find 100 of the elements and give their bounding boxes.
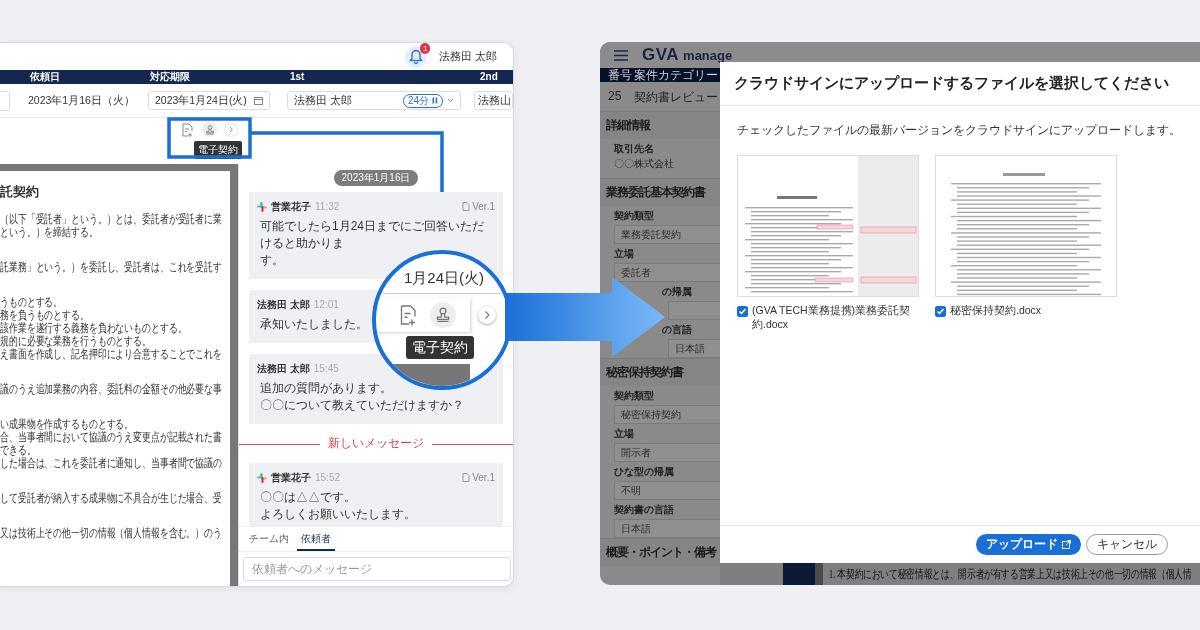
message-text: 〇〇は△△です。 — [260, 490, 356, 504]
message-time: 12:01 — [313, 299, 339, 310]
document-text: という。）を締結する。 — [0, 226, 98, 239]
version-label: Ver.1 — [472, 201, 495, 212]
input-field[interactable]: 秘密保持契約 — [614, 405, 720, 424]
message-input[interactable]: 依頼者へのメッセージ — [243, 557, 511, 581]
table-cell: 25 — [608, 89, 622, 103]
document-icon — [462, 202, 471, 211]
input-field[interactable] — [668, 301, 720, 320]
add-document-icon[interactable] — [182, 122, 194, 137]
pause-icon — [432, 97, 438, 104]
checkbox[interactable] — [935, 306, 946, 317]
file-name: (GVA TECH業務提携)業務委託契約.docx — [752, 303, 912, 331]
document-text: 務を負うものとする。 — [0, 309, 89, 322]
sender-name: 法務田 太郎 — [257, 361, 310, 376]
document-text: 託業務」という。）を委託し、受託者は、これを受託す — [0, 261, 222, 274]
input-field[interactable]: 開示者 — [614, 443, 720, 462]
document-text: 又は技術上その他一切の情報（個人情報を含む。）のう — [0, 527, 222, 540]
document-icon — [462, 473, 471, 482]
document-text: した場合は、これを委託者に通知し、当事者間で協議の — [0, 457, 222, 470]
column-header: 番号 — [608, 68, 632, 82]
checkbox[interactable] — [737, 306, 748, 317]
message-text: す。 — [260, 253, 284, 267]
section-title: 概要・ポイント・備考 — [606, 546, 716, 558]
section-title: 詳細情報 — [606, 119, 650, 131]
document-text: 規的に必要な業務を行うものとする。 — [0, 335, 151, 348]
field-label: 取引先名 — [614, 143, 654, 154]
message-text: 〇〇について教えていただけますか？ — [260, 398, 464, 412]
document-text: 該作業を遂行する義務を負わないものとする。 — [0, 322, 187, 335]
field-label: 立場 — [614, 428, 634, 439]
field-label: ひな型の帰属 — [614, 466, 674, 477]
column-header: 1st — [290, 71, 305, 83]
chat-tab[interactable]: チーム内 — [245, 527, 293, 551]
notification-bell-icon[interactable] — [404, 45, 427, 68]
cancel-button[interactable]: キャンセル — [1086, 534, 1168, 555]
sender-name: 営業花子 — [271, 199, 311, 214]
input-field[interactable]: 業務委託契約 — [614, 225, 720, 244]
document-text: 合、当事者間において協議のうえ変更点が記載された書 — [0, 431, 222, 444]
document-text: え書面を作成し、記名押印により合意することでこれを — [0, 348, 222, 361]
brand-logo: GVA — [642, 45, 680, 65]
add-document-icon — [400, 304, 418, 326]
document-text: 1. 本契約において秘密情報とは、開示者が有する営業上又は技術上その他一切の情報（個人情 — [829, 566, 1192, 582]
document-text: うものとする。 — [0, 296, 63, 309]
file-name: 秘密保持契約.docx — [950, 303, 1042, 317]
field-label: 立場 — [614, 248, 634, 259]
section-title: 秘密保持契約書 — [606, 366, 683, 378]
dialog-description: チェックしたファイルの最新バージョンをクラウドサインにアップロードします。 — [737, 123, 1181, 137]
deadline-field[interactable]: 2023年1月24日(火) — [148, 91, 270, 110]
input-field[interactable]: 不明 — [614, 481, 720, 500]
field-label: 契約書の言語 — [614, 504, 674, 515]
caret-icon — [447, 98, 454, 103]
document-text: して受託者が納入する成果物に不具合が生じた場合、受 — [0, 492, 222, 505]
brand-suffix: manage — [683, 47, 733, 63]
date-chip: 2023年1月16日 — [333, 170, 419, 186]
document-text: （以下「受託者」という。）とは、委託者が受託者に業 — [0, 213, 222, 226]
section-title: 業務委託基本契約書 — [606, 186, 705, 198]
table-cell: 契約書レビュー — [634, 89, 718, 106]
user-name[interactable]: 法務田 太郎 — [438, 49, 497, 64]
field-label: の言語 — [662, 324, 692, 335]
tooltip: 電子契約 — [406, 336, 474, 359]
slack-icon — [257, 472, 267, 483]
document-title: 託契約 — [0, 183, 40, 201]
input-field[interactable]: 日本語 — [614, 519, 720, 538]
request-date: 2023年1月16日（火） — [28, 94, 135, 108]
slack-icon — [257, 201, 267, 212]
column-header: 2nd — [480, 71, 498, 83]
viewer-sidebar — [783, 563, 823, 585]
input-field[interactable]: 委託者 — [614, 263, 720, 282]
message-time: 11:32 — [315, 201, 340, 212]
message-time: 15:45 — [313, 363, 339, 374]
message-text: 可能でしたら1月24日までにご回答いただけると助かりま — [260, 219, 485, 250]
message-text: 承知いたしました。 — [260, 317, 368, 331]
assignee-field[interactable]: 法務山 — [474, 91, 513, 110]
calendar-icon — [254, 96, 263, 105]
field-label: の帰属 — [662, 286, 692, 297]
new-messages-label: 新しいメッセージ — [320, 435, 432, 452]
column-header: 依頼日 — [30, 71, 60, 83]
input-field[interactable]: 日本語 — [668, 339, 720, 358]
external-link-icon — [1062, 540, 1071, 549]
version-label: Ver.1 — [472, 472, 495, 483]
field-label: 契約類型 — [614, 390, 654, 401]
menu-icon[interactable] — [614, 49, 628, 61]
field-label: 契約類型 — [614, 210, 654, 221]
document-text: できる。 — [0, 444, 36, 457]
stamp-icon — [430, 302, 456, 328]
message-time: 15:52 — [315, 472, 341, 483]
stamp-icon[interactable] — [202, 122, 217, 137]
message-text: 追加の質問があります。 — [260, 381, 392, 395]
chevron-right-icon — [478, 306, 496, 324]
sender-name: 法務田 太郎 — [257, 297, 310, 312]
document-text: 議のうえ追加業務の内容、委託料の金額その他必要な事 — [0, 383, 222, 396]
upload-button[interactable]: アップロード — [976, 534, 1081, 555]
magnified-date: 1月24日(火) — [404, 269, 485, 287]
chevron-right-icon[interactable] — [225, 123, 237, 136]
chat-tab[interactable]: 依頼者 — [297, 527, 335, 551]
column-header: 案件カテゴリー — [634, 68, 718, 82]
assignee-select[interactable]: 法務田 太郎 24分 — [287, 91, 461, 110]
notification-count: 1 — [419, 43, 431, 54]
dialog-title: クラウドサインにアップロードするファイルを選択してください — [734, 75, 1169, 91]
document-text: い成果物を作成するものとする。 — [0, 418, 134, 431]
